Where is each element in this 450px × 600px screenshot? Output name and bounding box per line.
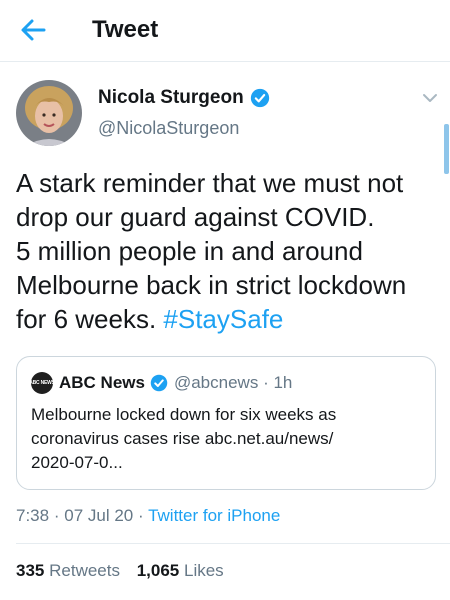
retweets-count: 335	[16, 561, 45, 580]
chevron-down-icon	[423, 94, 437, 102]
abc-news-logo-text: ABC NEWS	[29, 380, 55, 386]
likes-label: Likes	[184, 561, 224, 580]
avatar[interactable]	[16, 80, 82, 146]
quoted-text-line: coronavirus cases rise abc.net.au/news/	[31, 429, 334, 448]
author-handle[interactable]: @NicolaSturgeon	[98, 116, 239, 140]
quoted-author-name: ABC News	[59, 373, 145, 392]
scrollbar[interactable]	[444, 124, 449, 174]
likes-count: 1,065	[136, 561, 180, 580]
quoted-tweet-text: Melbourne locked down for six weeks as c…	[31, 403, 423, 475]
tweet-meta: 7:38 · 07 Jul 20 · Twitter for iPhone	[16, 505, 280, 527]
verified-badge-icon	[250, 88, 269, 108]
tweet-text-line: for 6 weeks. #StaySafe	[16, 302, 444, 336]
quoted-text-line: Melbourne locked down for six weeks as	[31, 405, 337, 424]
tweet-date: 07 Jul 20	[64, 506, 134, 525]
divider	[16, 543, 450, 544]
quoted-separator: ·	[263, 373, 269, 392]
quoted-time: 1h	[273, 373, 293, 392]
back-button[interactable]	[14, 12, 54, 48]
quoted-author-handle: @abcnews	[173, 373, 259, 392]
tweet-stats: 335 Retweets 1,065 Likes	[16, 560, 236, 582]
tweet-text-line: A stark reminder that we must not	[16, 168, 404, 198]
likes-stat[interactable]: 1,065 Likes	[137, 560, 224, 582]
quoted-text-line: 2020-07-0...	[31, 453, 123, 472]
profile-photo	[16, 80, 82, 146]
tweet-text-line: Melbourne back in strict lockdown	[16, 270, 407, 300]
author-name[interactable]: Nicola Sturgeon	[98, 86, 270, 110]
quoted-author-meta: @abcnews · 1h	[174, 373, 292, 393]
abc-news-logo: ABC NEWS	[29, 372, 55, 394]
retweets-label: Retweets	[49, 561, 120, 580]
page-title: Tweet	[92, 16, 159, 43]
tweet-text-line: drop our guard against COVID.	[16, 202, 375, 232]
meta-separator: ·	[137, 506, 144, 525]
tweet-time: 7:38	[16, 506, 50, 525]
retweets-stat[interactable]: 335 Retweets	[16, 560, 120, 582]
quoted-tweet-header: ABC NEWS ABC News @abcnews · 1h	[29, 371, 292, 395]
meta-separator: ·	[53, 506, 60, 525]
verified-badge-icon	[150, 374, 168, 392]
tweet-source-link[interactable]: Twitter for iPhone	[148, 506, 280, 525]
tweet-text: A stark reminder that we must not drop o…	[16, 166, 444, 336]
hashtag-link[interactable]: #StaySafe	[163, 304, 283, 334]
quoted-tweet-card[interactable]: ABC NEWS ABC News @abcnews · 1h Melbourn…	[16, 356, 436, 490]
more-options-button[interactable]	[420, 88, 440, 108]
author-name-text: Nicola Sturgeon	[98, 87, 244, 108]
arrow-left-icon	[21, 19, 46, 41]
tweet-text-tail: for 6 weeks.	[16, 304, 164, 334]
tweet-text-line: 5 million people in and around	[16, 236, 363, 266]
header-bar: Tweet	[0, 0, 450, 62]
